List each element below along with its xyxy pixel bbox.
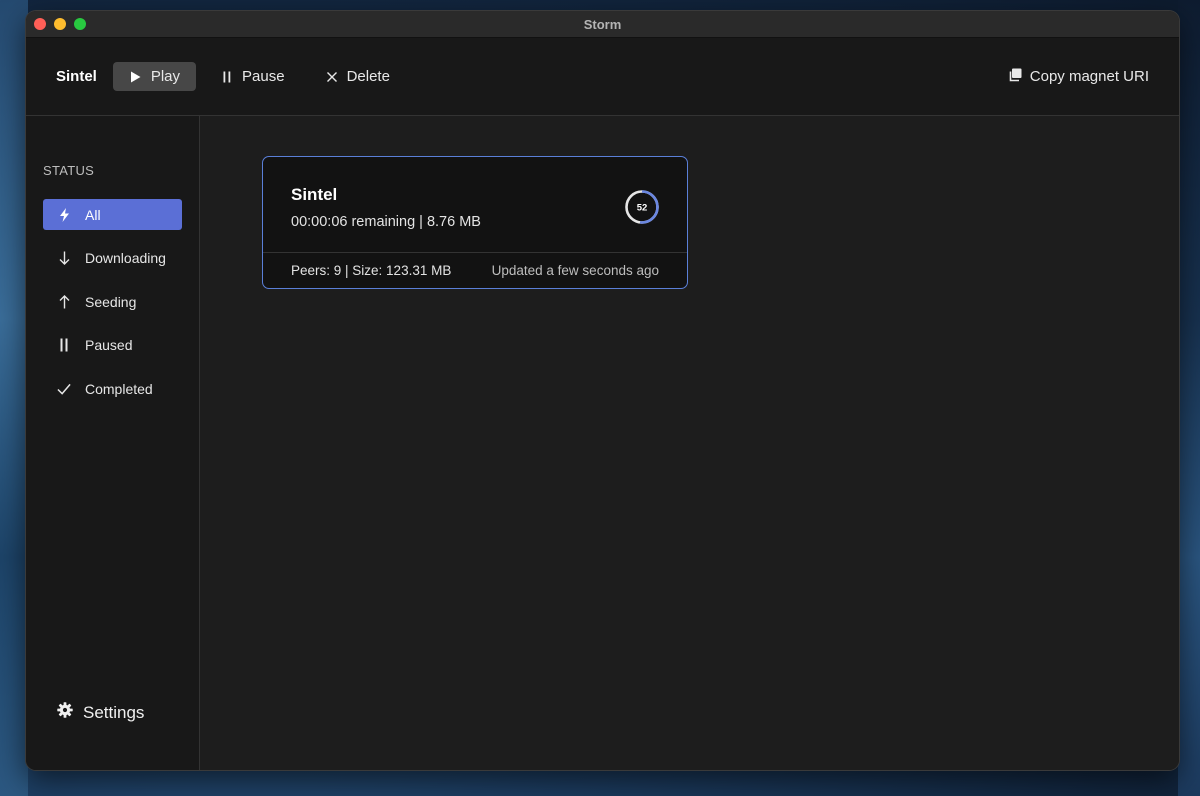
title-bar: Storm	[26, 11, 1179, 38]
copy-icon	[1008, 68, 1022, 86]
sidebar: STATUS All Downloading Seeding Paused Co…	[26, 116, 200, 770]
close-x-icon	[325, 71, 339, 83]
pause-button[interactable]: Pause	[204, 62, 301, 91]
copy-magnet-label: Copy magnet URI	[1029, 68, 1149, 85]
app-window: Storm Sintel Play Pause Delete Copy magn…	[26, 11, 1179, 770]
zoom-window-button[interactable]	[74, 18, 86, 30]
progress-ring-label: 52	[637, 203, 648, 214]
progress-ring: 52	[625, 190, 659, 224]
torrent-meta: Peers: 9 | Size: 123.31 MB	[291, 263, 452, 278]
arrow-down-icon	[57, 251, 71, 265]
sidebar-item-all[interactable]: All	[43, 199, 182, 230]
minimize-window-button[interactable]	[54, 18, 66, 30]
arrow-up-icon	[57, 294, 71, 309]
content-area: STATUS All Downloading Seeding Paused Co…	[26, 116, 1179, 770]
bolt-icon	[57, 207, 71, 222]
play-label: Play	[150, 68, 181, 85]
desktop-background-left	[0, 0, 28, 796]
sidebar-item-completed[interactable]: Completed	[43, 373, 182, 404]
delete-button[interactable]: Delete	[309, 62, 406, 91]
settings-label: Settings	[83, 702, 145, 722]
close-window-button[interactable]	[34, 18, 46, 30]
sidebar-item-label: Completed	[85, 380, 153, 397]
delete-label: Delete	[346, 68, 390, 85]
desktop-background-right	[1178, 0, 1200, 796]
torrent-card-footer: Peers: 9 | Size: 123.31 MB Updated a few…	[263, 253, 687, 288]
sidebar-item-downloading[interactable]: Downloading	[43, 243, 182, 274]
selected-torrent-name: Sintel	[56, 68, 97, 85]
play-button[interactable]: Play	[112, 62, 197, 91]
copy-magnet-button[interactable]: Copy magnet URI	[1008, 38, 1149, 115]
gear-icon	[57, 702, 73, 723]
checkmark-icon	[57, 383, 71, 395]
sidebar-heading: STATUS	[43, 163, 95, 178]
window-title: Storm	[583, 17, 622, 32]
pause-label: Pause	[242, 68, 285, 85]
torrent-updated-time: Updated a few seconds ago	[491, 263, 659, 278]
torrent-card[interactable]: Sintel 00:00:06 remaining | 8.76 MB 52 P…	[262, 156, 688, 289]
status-filter-list: All Downloading Seeding Paused Completed	[26, 185, 199, 404]
pause-icon	[57, 338, 71, 352]
sidebar-item-label: Seeding	[85, 293, 137, 310]
sidebar-item-label: All	[85, 206, 101, 223]
torrent-name: Sintel	[291, 185, 338, 204]
toolbar: Sintel Play Pause Delete Copy magnet URI	[26, 38, 1179, 116]
sidebar-item-label: Paused	[85, 337, 133, 353]
settings-button[interactable]: Settings	[57, 702, 144, 723]
torrent-card-header: Sintel 00:00:06 remaining | 8.76 MB 52	[263, 157, 687, 253]
window-controls	[34, 18, 86, 30]
pause-icon	[220, 71, 234, 83]
sidebar-item-label: Downloading	[85, 250, 166, 266]
torrent-list: Sintel 00:00:06 remaining | 8.76 MB 52 P…	[200, 116, 1179, 770]
torrent-status-line: 00:00:06 remaining | 8.76 MB	[291, 214, 481, 230]
sidebar-item-paused[interactable]: Paused	[43, 330, 182, 361]
play-icon	[129, 71, 143, 83]
sidebar-item-seeding[interactable]: Seeding	[43, 286, 182, 317]
